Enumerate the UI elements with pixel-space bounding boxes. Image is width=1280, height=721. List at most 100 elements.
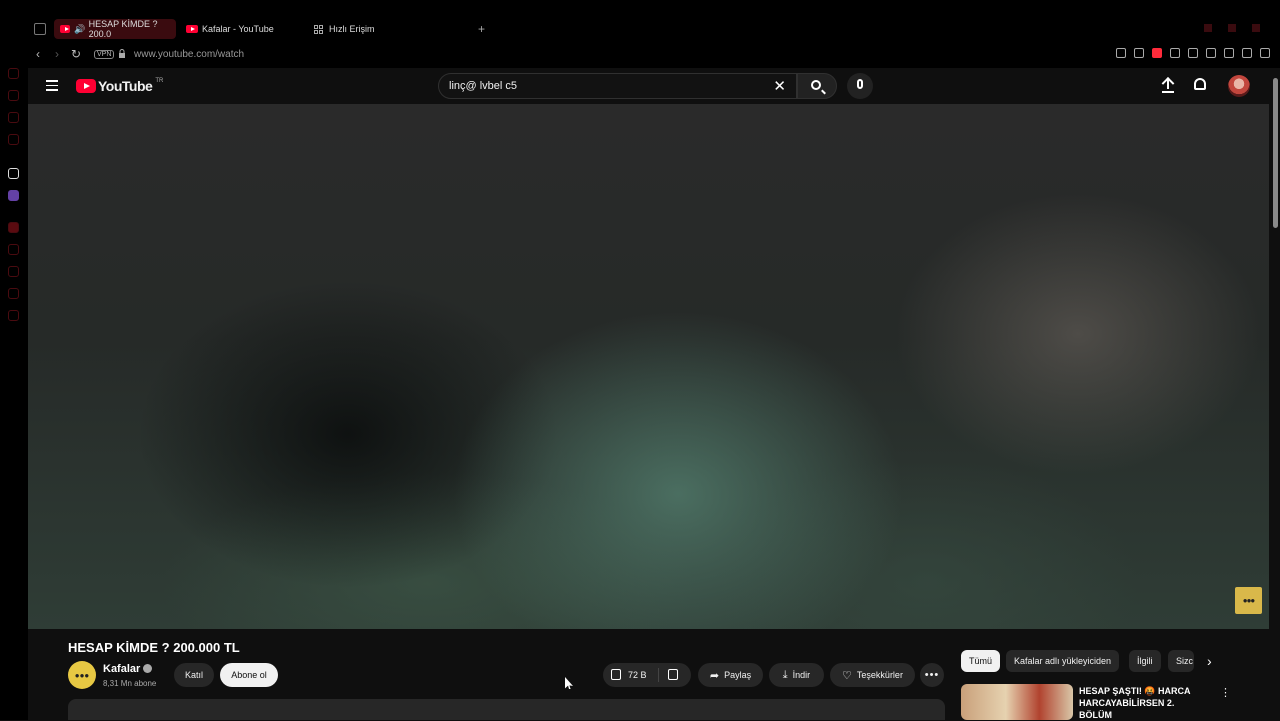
record-icon[interactable]: [1152, 48, 1162, 58]
sidebar-app-icon[interactable]: [8, 266, 19, 277]
close-window-button[interactable]: [1252, 24, 1260, 32]
more-actions-button[interactable]: •••: [920, 663, 944, 687]
download-label: İndir: [792, 670, 811, 680]
url-field[interactable]: www.youtube.com/watch: [134, 49, 244, 60]
recommended-title[interactable]: HESAP ŞAŞTI! 🤬 HARCA HARCAYABİLİRSEN 2. …: [1079, 685, 1209, 721]
lock-icon: [119, 49, 125, 58]
description-box[interactable]: [68, 699, 945, 720]
mouse-cursor: [565, 677, 573, 689]
sidebar-app-icon[interactable]: [8, 90, 19, 101]
menu-icon[interactable]: [1260, 48, 1270, 58]
tab-hesap-kimde[interactable]: 🔊 HESAP KİMDE ? 200.0: [54, 19, 176, 39]
heart-icon[interactable]: [1188, 48, 1198, 58]
mic-icon: [857, 79, 863, 89]
share-label: Paylaş: [724, 670, 752, 680]
verified-icon: [143, 664, 153, 673]
recommended-menu-icon[interactable]: ⋮: [1220, 686, 1231, 699]
thanks-label: Teşekkürler: [856, 670, 903, 680]
chevron-right-icon[interactable]: ›: [1207, 653, 1212, 669]
play-icon[interactable]: [1170, 48, 1180, 58]
voice-search-button[interactable]: [847, 73, 873, 99]
youtube-header: YouTube TR linç@ lvbel c5 ✕: [28, 68, 1272, 104]
dislike-icon[interactable]: [668, 669, 678, 680]
chip-from-uploader[interactable]: Kafalar adlı yükleyiciden: [1006, 650, 1120, 672]
browser-sidebar: [0, 68, 28, 720]
channel-watermark[interactable]: ●●●: [1235, 587, 1262, 614]
sidebar-app-icon[interactable]: [8, 288, 19, 299]
bell-icon[interactable]: [1194, 78, 1206, 90]
video-player[interactable]: [28, 104, 1269, 629]
like-dislike-group: 72 B: [603, 663, 691, 687]
join-label: Katıl: [184, 670, 203, 680]
profile-icon[interactable]: [1224, 48, 1234, 58]
like-count[interactable]: 72 B: [628, 670, 647, 680]
chip-all[interactable]: Tümü: [961, 650, 1001, 672]
scrollbar-thumb[interactable]: [1273, 78, 1278, 228]
reload-button[interactable]: ↻: [71, 47, 81, 61]
window-controls: [1204, 24, 1260, 32]
channel-name: Kafalar: [103, 663, 141, 675]
channel-name-link[interactable]: Kafalar: [103, 663, 153, 675]
sidebar-app-icon[interactable]: [8, 222, 19, 233]
channel-avatar[interactable]: ●●●: [68, 661, 96, 689]
tab-label: Hızlı Erişim: [329, 24, 375, 34]
subscribe-label: Abone ol: [231, 670, 267, 680]
thanks-icon: ♡: [842, 669, 852, 682]
bookmark-icon[interactable]: [1116, 48, 1126, 58]
screenshot-icon[interactable]: [1134, 48, 1144, 58]
tab-manager-icon[interactable]: [34, 23, 46, 35]
maximize-button[interactable]: [1228, 24, 1236, 32]
youtube-favicon-icon: [186, 25, 198, 33]
twitch-icon[interactable]: [8, 190, 19, 201]
download-icon: ⤓: [782, 668, 788, 681]
minimize-button[interactable]: [1204, 24, 1212, 32]
download-icon[interactable]: [1242, 48, 1252, 58]
forward-button[interactable]: ›: [55, 47, 59, 61]
search-input[interactable]: linç@ lvbel c5 ✕: [438, 73, 797, 99]
clear-search-button[interactable]: ✕: [773, 77, 786, 95]
extension-icons: [1116, 48, 1270, 58]
avatar[interactable]: [1228, 75, 1250, 97]
tab-list: 🔊 HESAP KİMDE ? 200.0 Kafalar - YouTube …: [54, 19, 485, 39]
browser-tab-strip: 🔊 HESAP KİMDE ? 200.0 Kafalar - YouTube …: [0, 0, 1280, 42]
search-button[interactable]: [797, 73, 837, 99]
back-button[interactable]: ‹: [36, 47, 40, 61]
sidebar-app-icon[interactable]: [8, 68, 19, 79]
logo-text: YouTube: [98, 78, 153, 94]
sidebar-aria-icon[interactable]: [8, 168, 19, 179]
recommended-thumbnail[interactable]: [961, 684, 1073, 720]
video-title: HESAP KİMDE ? 200.000 TL: [68, 640, 240, 655]
youtube-favicon-icon: [60, 25, 71, 33]
chip-related[interactable]: İlgili: [1129, 650, 1161, 672]
youtube-play-icon: [76, 79, 96, 93]
tab-label: Kafalar - YouTube: [202, 24, 274, 34]
subscribe-button[interactable]: Abone ol: [220, 663, 278, 687]
country-code: TR: [155, 78, 164, 84]
sidebar-app-icon[interactable]: [8, 134, 19, 145]
tab-label: HESAP KİMDE ? 200.0: [88, 19, 158, 39]
grid-icon: [314, 24, 323, 34]
sidebar-app-icon[interactable]: [8, 244, 19, 255]
extensions-icon[interactable]: [1206, 48, 1216, 58]
search-icon: [811, 80, 821, 90]
subscriber-count: 8,31 Mn abone: [103, 679, 157, 688]
vpn-badge[interactable]: VPN: [94, 50, 115, 59]
upload-icon[interactable]: [1161, 77, 1175, 93]
speaker-icon[interactable]: 🔊: [74, 24, 85, 35]
divider: [658, 668, 659, 682]
youtube-logo[interactable]: YouTube TR: [76, 78, 163, 94]
tab-kafalar-youtube[interactable]: Kafalar - YouTube: [180, 19, 308, 39]
like-icon[interactable]: [611, 669, 621, 680]
share-button[interactable]: ➦ Paylaş: [698, 663, 763, 687]
chip-for-you[interactable]: Sizc: [1168, 650, 1194, 672]
thanks-button[interactable]: ♡ Teşekkürler: [830, 663, 915, 687]
tab-hizli-erisim[interactable]: Hızlı Erişim: [308, 19, 418, 39]
join-button[interactable]: Katıl: [174, 663, 214, 687]
share-icon: ➦: [709, 669, 720, 682]
search-query: linç@ lvbel c5: [449, 80, 518, 92]
sidebar-app-icon[interactable]: [8, 112, 19, 123]
menu-icon[interactable]: [46, 80, 58, 91]
download-button[interactable]: ⤓ İndir: [769, 663, 824, 687]
new-tab-button[interactable]: +: [478, 22, 485, 36]
sidebar-app-icon[interactable]: [8, 310, 19, 321]
